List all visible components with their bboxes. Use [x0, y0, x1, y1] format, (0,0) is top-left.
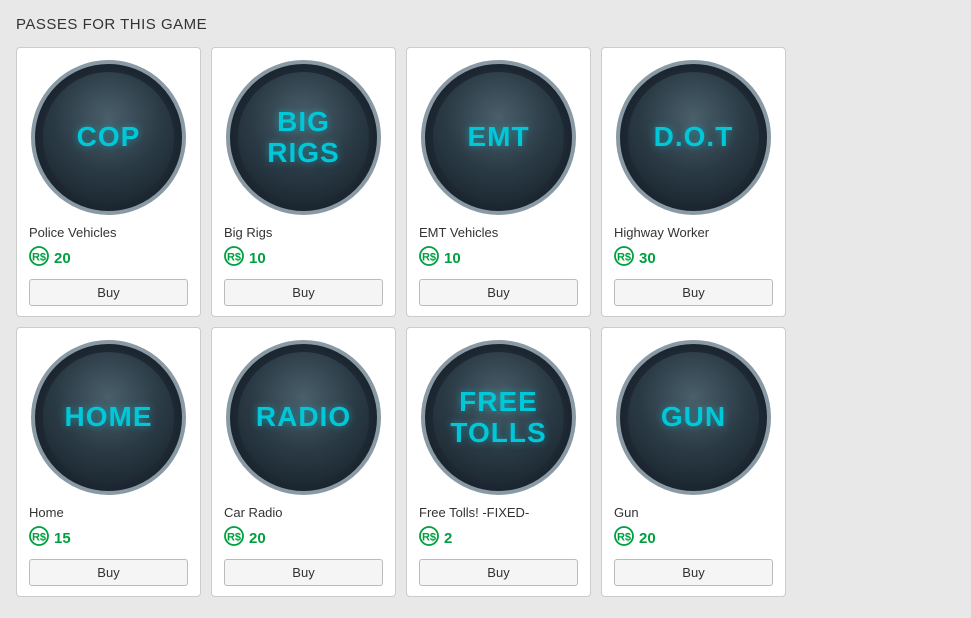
robux-icon-free-tolls: R$	[419, 526, 439, 551]
pass-card-gun: GUN Gun R$ 20 Buy	[601, 327, 786, 597]
pass-card-big-rigs: BIGRIGS Big Rigs R$ 10 Buy	[211, 47, 396, 317]
pass-name-gun: Gun	[614, 505, 639, 520]
svg-text:R$: R$	[422, 532, 436, 544]
robux-icon-home: R$	[29, 526, 49, 551]
pass-icon-text-cop: COP	[77, 122, 141, 153]
svg-text:R$: R$	[617, 532, 631, 544]
robux-icon-dot: R$	[614, 246, 634, 271]
pass-icon-gun: GUN	[616, 340, 771, 495]
pass-icon-text-big-rigs: BIGRIGS	[267, 107, 339, 169]
svg-text:R$: R$	[227, 532, 241, 544]
pass-icon-emt: EMT	[421, 60, 576, 215]
pass-price-dot: R$ 30	[614, 246, 656, 271]
pass-price-emt: R$ 10	[419, 246, 461, 271]
buy-button-free-tolls[interactable]: Buy	[419, 559, 578, 586]
pass-name-dot: Highway Worker	[614, 225, 709, 240]
pass-icon-dot: D.O.T	[616, 60, 771, 215]
passes-grid: COP Police Vehicles R$ 20 Buy BIGRIGS Bi…	[16, 47, 955, 597]
robux-icon-emt: R$	[419, 246, 439, 271]
price-value-home: 15	[54, 530, 71, 547]
buy-button-big-rigs[interactable]: Buy	[224, 279, 383, 306]
svg-text:R$: R$	[617, 252, 631, 264]
buy-button-home[interactable]: Buy	[29, 559, 188, 586]
pass-name-home: Home	[29, 505, 64, 520]
pass-icon-text-home: HOME	[65, 402, 153, 433]
pass-icon-radio: RADIO	[226, 340, 381, 495]
pass-name-emt: EMT Vehicles	[419, 225, 498, 240]
page-title: PASSES FOR THIS GAME	[16, 16, 955, 33]
pass-card-cop: COP Police Vehicles R$ 20 Buy	[16, 47, 201, 317]
pass-card-home: HOME Home R$ 15 Buy	[16, 327, 201, 597]
buy-button-gun[interactable]: Buy	[614, 559, 773, 586]
pass-card-radio: RADIO Car Radio R$ 20 Buy	[211, 327, 396, 597]
pass-name-big-rigs: Big Rigs	[224, 225, 272, 240]
pass-price-gun: R$ 20	[614, 526, 656, 551]
buy-button-radio[interactable]: Buy	[224, 559, 383, 586]
price-value-free-tolls: 2	[444, 530, 452, 547]
pass-icon-big-rigs: BIGRIGS	[226, 60, 381, 215]
pass-icon-free-tolls: FREETOLLS	[421, 340, 576, 495]
pass-name-radio: Car Radio	[224, 505, 283, 520]
pass-price-home: R$ 15	[29, 526, 71, 551]
pass-icon-text-radio: RADIO	[256, 402, 351, 433]
buy-button-dot[interactable]: Buy	[614, 279, 773, 306]
price-value-big-rigs: 10	[249, 250, 266, 267]
pass-icon-text-gun: GUN	[661, 402, 726, 433]
price-value-emt: 10	[444, 250, 461, 267]
buy-button-cop[interactable]: Buy	[29, 279, 188, 306]
pass-price-cop: R$ 20	[29, 246, 71, 271]
pass-card-emt: EMT EMT Vehicles R$ 10 Buy	[406, 47, 591, 317]
pass-icon-home: HOME	[31, 340, 186, 495]
svg-text:R$: R$	[32, 532, 46, 544]
svg-text:R$: R$	[422, 252, 436, 264]
svg-text:R$: R$	[227, 252, 241, 264]
price-value-cop: 20	[54, 250, 71, 267]
svg-text:R$: R$	[32, 252, 46, 264]
pass-price-radio: R$ 20	[224, 526, 266, 551]
pass-price-big-rigs: R$ 10	[224, 246, 266, 271]
price-value-radio: 20	[249, 530, 266, 547]
pass-name-free-tolls: Free Tolls! -FIXED-	[419, 505, 529, 520]
pass-icon-text-free-tolls: FREETOLLS	[450, 387, 546, 449]
pass-price-free-tolls: R$ 2	[419, 526, 452, 551]
buy-button-emt[interactable]: Buy	[419, 279, 578, 306]
pass-icon-text-emt: EMT	[467, 122, 529, 153]
robux-icon-big-rigs: R$	[224, 246, 244, 271]
price-value-dot: 30	[639, 250, 656, 267]
pass-icon-cop: COP	[31, 60, 186, 215]
pass-icon-text-dot: D.O.T	[654, 122, 734, 153]
pass-card-dot: D.O.T Highway Worker R$ 30 Buy	[601, 47, 786, 317]
robux-icon-cop: R$	[29, 246, 49, 271]
pass-name-cop: Police Vehicles	[29, 225, 116, 240]
robux-icon-radio: R$	[224, 526, 244, 551]
price-value-gun: 20	[639, 530, 656, 547]
pass-card-free-tolls: FREETOLLS Free Tolls! -FIXED- R$ 2 Buy	[406, 327, 591, 597]
robux-icon-gun: R$	[614, 526, 634, 551]
